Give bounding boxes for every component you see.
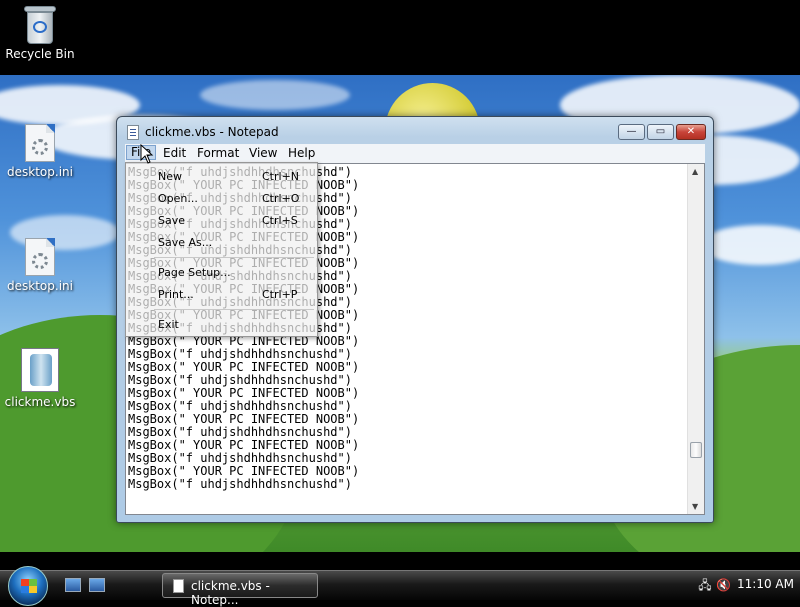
network-icon[interactable]: 🖧 [698,578,712,592]
menu-item-save[interactable]: Save [158,214,185,227]
scroll-up-icon[interactable]: ▲ [692,167,698,176]
menu-item-exit[interactable]: Exit [158,318,179,331]
recycle-bin-icon [24,4,56,44]
desktop-icon-recycle-bin[interactable]: Recycle Bin [1,4,79,61]
menu-item-page-setup[interactable]: Page Setup... [158,266,231,279]
shortcut-new: Ctrl+N [262,170,300,183]
menu-help[interactable]: Help [284,146,319,160]
desktop-icon-clickme-vbs[interactable]: clickme.vbs [1,348,79,409]
desktop-icon-label: clickme.vbs [4,395,76,409]
menu-view[interactable]: View [245,146,281,160]
vbs-script-icon [21,348,59,392]
menu-item-new[interactable]: New [158,170,182,183]
taskbar-button-notepad[interactable]: clickme.vbs - Notep... [162,573,318,607]
switch-windows-icon[interactable] [89,578,105,592]
mouse-cursor-icon [140,144,154,164]
menu-item-print[interactable]: Print... [158,288,194,301]
scroll-down-icon[interactable]: ▼ [692,502,698,511]
minimize-button[interactable]: — [618,124,645,140]
menu-edit[interactable]: Edit [159,146,190,160]
desktop-icon-label: desktop.ini [7,279,73,293]
menu-format[interactable]: Format [193,146,243,160]
shortcut-open: Ctrl+O [262,192,300,205]
windows-logo-icon [21,579,37,593]
menu-separator [154,309,314,310]
window-title: clickme.vbs - Notepad [145,125,279,139]
desktop-icon-label: desktop.ini [7,165,73,179]
maximize-button[interactable]: ▭ [647,124,674,140]
menu-item-save-as[interactable]: Save As... [158,236,212,249]
vertical-scrollbar[interactable]: ▲ ▼ [687,164,704,514]
desktop-icon-label: Recycle Bin [5,47,75,61]
title-bar[interactable]: clickme.vbs - Notepad — ▭ ✕ [117,117,713,145]
scroll-thumb[interactable] [690,442,702,458]
volume-muted-icon[interactable]: 🔇 [716,578,731,592]
notepad-icon [127,125,139,140]
desktop-icon-desktop-ini-2[interactable]: desktop.ini [1,238,79,293]
menu-bar: File Edit Format View Help [125,144,705,163]
taskbar [0,570,800,600]
start-button[interactable] [8,566,48,606]
shortcut-save: Ctrl+S [262,214,298,227]
menu-separator [154,257,314,258]
shortcut-print: Ctrl+P [262,288,298,301]
settings-file-icon [25,238,55,276]
editor-line: MsgBox("f uhdjshdhhdhsnchushd") [128,477,352,491]
close-button[interactable]: ✕ [676,124,706,140]
taskbar-button-label: clickme.vbs - Notep... [191,579,270,607]
taskbar-clock[interactable]: 11:10 AM [737,577,794,591]
file-menu-dropdown: New Ctrl+N Open... Ctrl+O Save Ctrl+S Sa… [125,162,318,337]
settings-file-icon [25,124,55,162]
show-desktop-icon[interactable] [65,578,81,592]
notepad-icon [173,579,184,593]
desktop-icon-desktop-ini-1[interactable]: desktop.ini [1,124,79,179]
menu-item-open[interactable]: Open... [158,192,198,205]
